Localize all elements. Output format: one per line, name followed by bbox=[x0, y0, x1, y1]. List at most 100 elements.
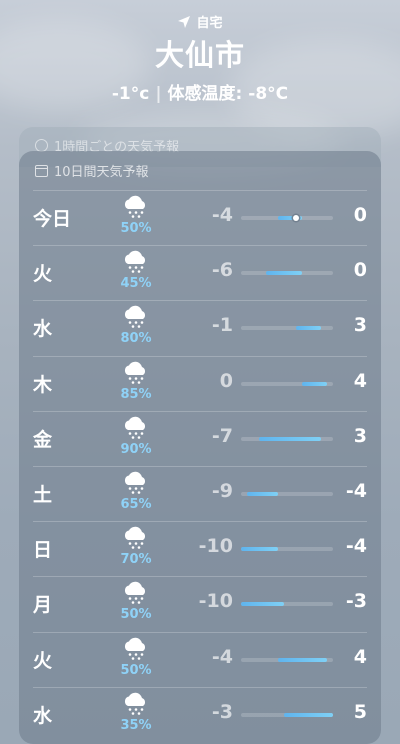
low-temp: -10 bbox=[198, 535, 233, 558]
forecast-row[interactable]: 火 50% -4 4 bbox=[19, 631, 381, 687]
row-divider bbox=[33, 466, 367, 467]
high-temp: -4 bbox=[345, 480, 367, 502]
precip-chance: 50% bbox=[120, 607, 152, 623]
calendar-icon bbox=[35, 164, 48, 177]
row-divider bbox=[33, 686, 367, 688]
forecast-row[interactable]: 木 85% 0 4 bbox=[19, 355, 381, 411]
precip-chance: 50% bbox=[120, 662, 152, 678]
high-temp: 3 bbox=[353, 314, 367, 337]
day-label: 金 bbox=[33, 428, 53, 451]
low-temp: -9 bbox=[211, 480, 233, 502]
day-label: 今日 bbox=[33, 208, 72, 230]
temp-range-fill bbox=[277, 657, 327, 662]
location-label: 自宅 bbox=[196, 16, 223, 31]
low-temp: -4 bbox=[211, 645, 233, 668]
row-divider bbox=[33, 245, 367, 247]
temp-range-fill bbox=[241, 547, 278, 552]
low-temp: -1 bbox=[211, 314, 233, 337]
forecast-row[interactable]: 月 50% -10 -3 bbox=[19, 576, 381, 631]
low-temp: -10 bbox=[198, 590, 233, 613]
forecast-row[interactable]: 金 90% -7 3 bbox=[19, 410, 381, 466]
temp-range-track bbox=[241, 381, 333, 386]
temp-range-track bbox=[241, 436, 333, 441]
current-conditions: -1°c | 体感温度: -8°C bbox=[0, 79, 400, 104]
snow-cloud-icon bbox=[124, 582, 146, 605]
precip-chance: 50% bbox=[120, 221, 152, 236]
precip-chance: 35% bbox=[120, 717, 152, 733]
feels-like: 体感温度: -8°C bbox=[167, 84, 289, 104]
ten-day-forecast-header: 10日間天気予報 bbox=[35, 161, 149, 180]
row-divider bbox=[33, 576, 367, 578]
row-divider bbox=[33, 355, 367, 357]
temp-range-track bbox=[241, 712, 333, 717]
high-temp: 4 bbox=[353, 645, 367, 668]
high-temp: 5 bbox=[353, 700, 367, 723]
temp-range-fill bbox=[283, 712, 333, 717]
precip-chance: 85% bbox=[120, 386, 152, 402]
day-label: 火 bbox=[33, 263, 53, 286]
temp-range-fill bbox=[247, 492, 278, 496]
snow-cloud-icon bbox=[124, 250, 146, 273]
row-divider bbox=[33, 410, 367, 412]
day-label: 月 bbox=[33, 594, 53, 617]
forecast-row[interactable]: 日 70% -10 -4 bbox=[19, 521, 381, 576]
day-label: 木 bbox=[33, 373, 53, 396]
high-temp: 4 bbox=[353, 369, 367, 392]
high-temp: -4 bbox=[345, 535, 367, 558]
day-label: 水 bbox=[33, 318, 53, 341]
temp-range-fill bbox=[259, 436, 321, 441]
precip-chance: 90% bbox=[120, 441, 152, 457]
temp-range-track bbox=[241, 215, 333, 221]
snow-cloud-icon bbox=[124, 416, 146, 439]
high-temp: -3 bbox=[345, 590, 367, 613]
snow-cloud-icon bbox=[124, 471, 146, 494]
location-row: 自宅 bbox=[0, 12, 400, 31]
temp-range-fill bbox=[296, 326, 321, 331]
forecast-row[interactable]: 土 65% -9 -4 bbox=[19, 466, 381, 521]
day-label: 水 bbox=[33, 704, 53, 727]
temp-range-track bbox=[241, 271, 333, 276]
row-divider bbox=[33, 190, 367, 191]
precip-chance: 65% bbox=[120, 497, 152, 512]
day-label: 土 bbox=[33, 484, 53, 506]
high-temp: 0 bbox=[353, 204, 367, 226]
temp-range-track bbox=[241, 602, 333, 607]
temp-range-track bbox=[241, 326, 333, 331]
temp-separator: | bbox=[155, 84, 162, 104]
ten-day-forecast-card[interactable]: 10日間天気予報 今日 50% -4 0 火 45% -6 0 水 80% -1 3 木 85% 0 4 金 90… bbox=[19, 151, 381, 744]
high-temp: 3 bbox=[353, 424, 367, 447]
snow-cloud-icon bbox=[124, 306, 146, 329]
low-temp: -4 bbox=[211, 204, 233, 226]
row-divider bbox=[33, 631, 367, 633]
temp-range-track bbox=[241, 547, 333, 552]
current-temp-marker bbox=[293, 215, 300, 221]
day-label: 日 bbox=[33, 539, 53, 562]
temp-range-fill bbox=[302, 381, 327, 386]
low-temp: -7 bbox=[211, 424, 233, 447]
temp-range-fill bbox=[241, 602, 284, 607]
low-temp: -3 bbox=[211, 700, 233, 723]
precip-chance: 80% bbox=[120, 331, 152, 347]
low-temp: 0 bbox=[219, 369, 233, 392]
location-arrow-icon bbox=[178, 15, 191, 28]
snow-cloud-icon bbox=[124, 195, 146, 218]
temp-range-track bbox=[241, 657, 333, 662]
temp-range-track bbox=[241, 492, 333, 496]
ten-day-forecast-title: 10日間天気予報 bbox=[54, 165, 149, 180]
precip-chance: 45% bbox=[120, 276, 152, 292]
snow-cloud-icon bbox=[124, 526, 146, 549]
snow-cloud-icon bbox=[124, 637, 146, 660]
forecast-row[interactable]: 火 45% -6 0 bbox=[19, 245, 381, 300]
row-divider bbox=[33, 300, 367, 302]
day-label: 火 bbox=[33, 649, 53, 672]
high-temp: 0 bbox=[353, 259, 367, 282]
current-temp: -1°c bbox=[111, 84, 150, 104]
forecast-row[interactable]: 水 80% -1 3 bbox=[19, 300, 381, 355]
low-temp: -6 bbox=[211, 259, 233, 282]
snow-cloud-icon bbox=[124, 692, 146, 715]
temp-range-fill bbox=[265, 271, 303, 276]
row-divider bbox=[33, 521, 367, 523]
forecast-row[interactable]: 今日 50% -4 0 bbox=[19, 190, 381, 245]
forecast-row[interactable]: 水 35% -3 5 bbox=[19, 686, 381, 742]
snow-cloud-icon bbox=[124, 361, 146, 384]
